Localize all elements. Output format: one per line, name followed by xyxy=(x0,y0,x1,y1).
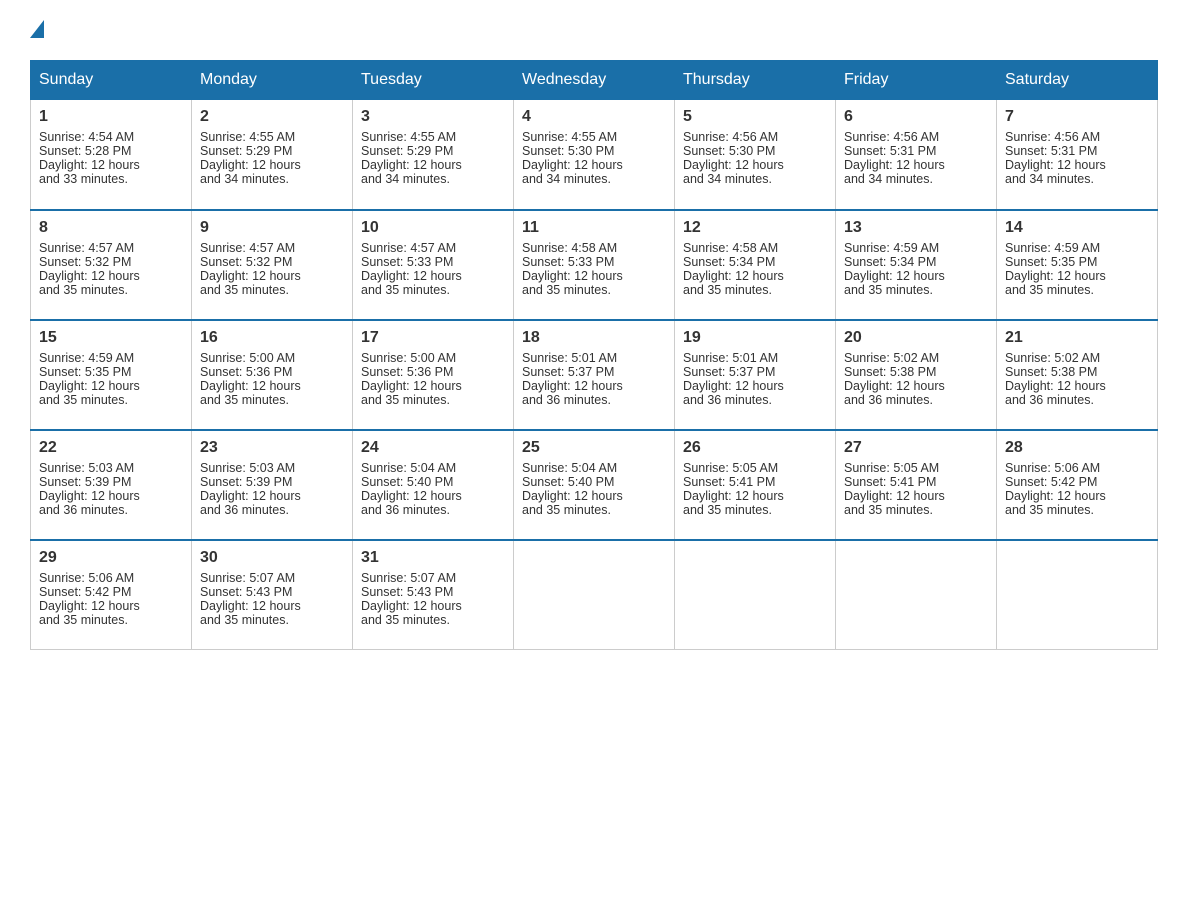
calendar-cell: 20Sunrise: 5:02 AMSunset: 5:38 PMDayligh… xyxy=(836,320,997,430)
week-row-4: 22Sunrise: 5:03 AMSunset: 5:39 PMDayligh… xyxy=(31,430,1158,540)
day-number: 4 xyxy=(522,108,666,126)
day-number: 3 xyxy=(361,108,505,126)
calendar-cell: 10Sunrise: 4:57 AMSunset: 5:33 PMDayligh… xyxy=(353,210,514,320)
header-cell-sunday: Sunday xyxy=(31,61,192,100)
day-number: 24 xyxy=(361,439,505,457)
calendar-cell: 15Sunrise: 4:59 AMSunset: 5:35 PMDayligh… xyxy=(31,320,192,430)
calendar-cell: 1Sunrise: 4:54 AMSunset: 5:28 PMDaylight… xyxy=(31,100,192,210)
calendar-cell: 7Sunrise: 4:56 AMSunset: 5:31 PMDaylight… xyxy=(997,100,1158,210)
day-number: 30 xyxy=(200,549,344,567)
calendar-cell: 25Sunrise: 5:04 AMSunset: 5:40 PMDayligh… xyxy=(514,430,675,540)
header-cell-thursday: Thursday xyxy=(675,61,836,100)
day-number: 2 xyxy=(200,108,344,126)
calendar-cell: 13Sunrise: 4:59 AMSunset: 5:34 PMDayligh… xyxy=(836,210,997,320)
day-number: 6 xyxy=(844,108,988,126)
day-number: 8 xyxy=(39,219,183,237)
calendar-cell xyxy=(514,540,675,650)
day-number: 19 xyxy=(683,329,827,347)
day-number: 22 xyxy=(39,439,183,457)
calendar-cell: 23Sunrise: 5:03 AMSunset: 5:39 PMDayligh… xyxy=(192,430,353,540)
calendar-cell: 17Sunrise: 5:00 AMSunset: 5:36 PMDayligh… xyxy=(353,320,514,430)
day-number: 28 xyxy=(1005,439,1149,457)
day-number: 27 xyxy=(844,439,988,457)
header-row: SundayMondayTuesdayWednesdayThursdayFrid… xyxy=(31,61,1158,100)
calendar-cell: 30Sunrise: 5:07 AMSunset: 5:43 PMDayligh… xyxy=(192,540,353,650)
calendar-cell: 24Sunrise: 5:04 AMSunset: 5:40 PMDayligh… xyxy=(353,430,514,540)
week-row-3: 15Sunrise: 4:59 AMSunset: 5:35 PMDayligh… xyxy=(31,320,1158,430)
calendar-cell: 12Sunrise: 4:58 AMSunset: 5:34 PMDayligh… xyxy=(675,210,836,320)
logo xyxy=(30,20,44,40)
day-number: 23 xyxy=(200,439,344,457)
week-row-5: 29Sunrise: 5:06 AMSunset: 5:42 PMDayligh… xyxy=(31,540,1158,650)
calendar-cell: 19Sunrise: 5:01 AMSunset: 5:37 PMDayligh… xyxy=(675,320,836,430)
day-number: 26 xyxy=(683,439,827,457)
calendar-cell: 22Sunrise: 5:03 AMSunset: 5:39 PMDayligh… xyxy=(31,430,192,540)
calendar-cell: 3Sunrise: 4:55 AMSunset: 5:29 PMDaylight… xyxy=(353,100,514,210)
day-number: 10 xyxy=(361,219,505,237)
day-number: 5 xyxy=(683,108,827,126)
header-cell-saturday: Saturday xyxy=(997,61,1158,100)
calendar-cell: 8Sunrise: 4:57 AMSunset: 5:32 PMDaylight… xyxy=(31,210,192,320)
calendar-cell: 28Sunrise: 5:06 AMSunset: 5:42 PMDayligh… xyxy=(997,430,1158,540)
calendar-cell: 11Sunrise: 4:58 AMSunset: 5:33 PMDayligh… xyxy=(514,210,675,320)
calendar-cell: 6Sunrise: 4:56 AMSunset: 5:31 PMDaylight… xyxy=(836,100,997,210)
calendar-cell: 26Sunrise: 5:05 AMSunset: 5:41 PMDayligh… xyxy=(675,430,836,540)
calendar-cell: 5Sunrise: 4:56 AMSunset: 5:30 PMDaylight… xyxy=(675,100,836,210)
day-number: 11 xyxy=(522,219,666,237)
day-number: 13 xyxy=(844,219,988,237)
calendar-table: SundayMondayTuesdayWednesdayThursdayFrid… xyxy=(30,60,1158,650)
calendar-cell: 2Sunrise: 4:55 AMSunset: 5:29 PMDaylight… xyxy=(192,100,353,210)
day-number: 7 xyxy=(1005,108,1149,126)
day-number: 31 xyxy=(361,549,505,567)
week-row-1: 1Sunrise: 4:54 AMSunset: 5:28 PMDaylight… xyxy=(31,100,1158,210)
day-number: 18 xyxy=(522,329,666,347)
calendar-cell: 29Sunrise: 5:06 AMSunset: 5:42 PMDayligh… xyxy=(31,540,192,650)
header-cell-friday: Friday xyxy=(836,61,997,100)
calendar-cell: 27Sunrise: 5:05 AMSunset: 5:41 PMDayligh… xyxy=(836,430,997,540)
day-number: 20 xyxy=(844,329,988,347)
logo-triangle-icon xyxy=(30,20,44,38)
day-number: 14 xyxy=(1005,219,1149,237)
week-row-2: 8Sunrise: 4:57 AMSunset: 5:32 PMDaylight… xyxy=(31,210,1158,320)
calendar-cell xyxy=(675,540,836,650)
calendar-cell: 31Sunrise: 5:07 AMSunset: 5:43 PMDayligh… xyxy=(353,540,514,650)
day-number: 29 xyxy=(39,549,183,567)
calendar-cell: 18Sunrise: 5:01 AMSunset: 5:37 PMDayligh… xyxy=(514,320,675,430)
calendar-cell: 21Sunrise: 5:02 AMSunset: 5:38 PMDayligh… xyxy=(997,320,1158,430)
day-number: 25 xyxy=(522,439,666,457)
calendar-cell: 16Sunrise: 5:00 AMSunset: 5:36 PMDayligh… xyxy=(192,320,353,430)
day-number: 1 xyxy=(39,108,183,126)
day-number: 16 xyxy=(200,329,344,347)
page-header xyxy=(30,20,1158,40)
calendar-cell: 4Sunrise: 4:55 AMSunset: 5:30 PMDaylight… xyxy=(514,100,675,210)
calendar-cell: 14Sunrise: 4:59 AMSunset: 5:35 PMDayligh… xyxy=(997,210,1158,320)
day-number: 12 xyxy=(683,219,827,237)
header-cell-wednesday: Wednesday xyxy=(514,61,675,100)
day-number: 21 xyxy=(1005,329,1149,347)
day-number: 9 xyxy=(200,219,344,237)
day-number: 15 xyxy=(39,329,183,347)
calendar-cell xyxy=(836,540,997,650)
calendar-cell xyxy=(997,540,1158,650)
calendar-cell: 9Sunrise: 4:57 AMSunset: 5:32 PMDaylight… xyxy=(192,210,353,320)
day-number: 17 xyxy=(361,329,505,347)
header-cell-monday: Monday xyxy=(192,61,353,100)
header-cell-tuesday: Tuesday xyxy=(353,61,514,100)
